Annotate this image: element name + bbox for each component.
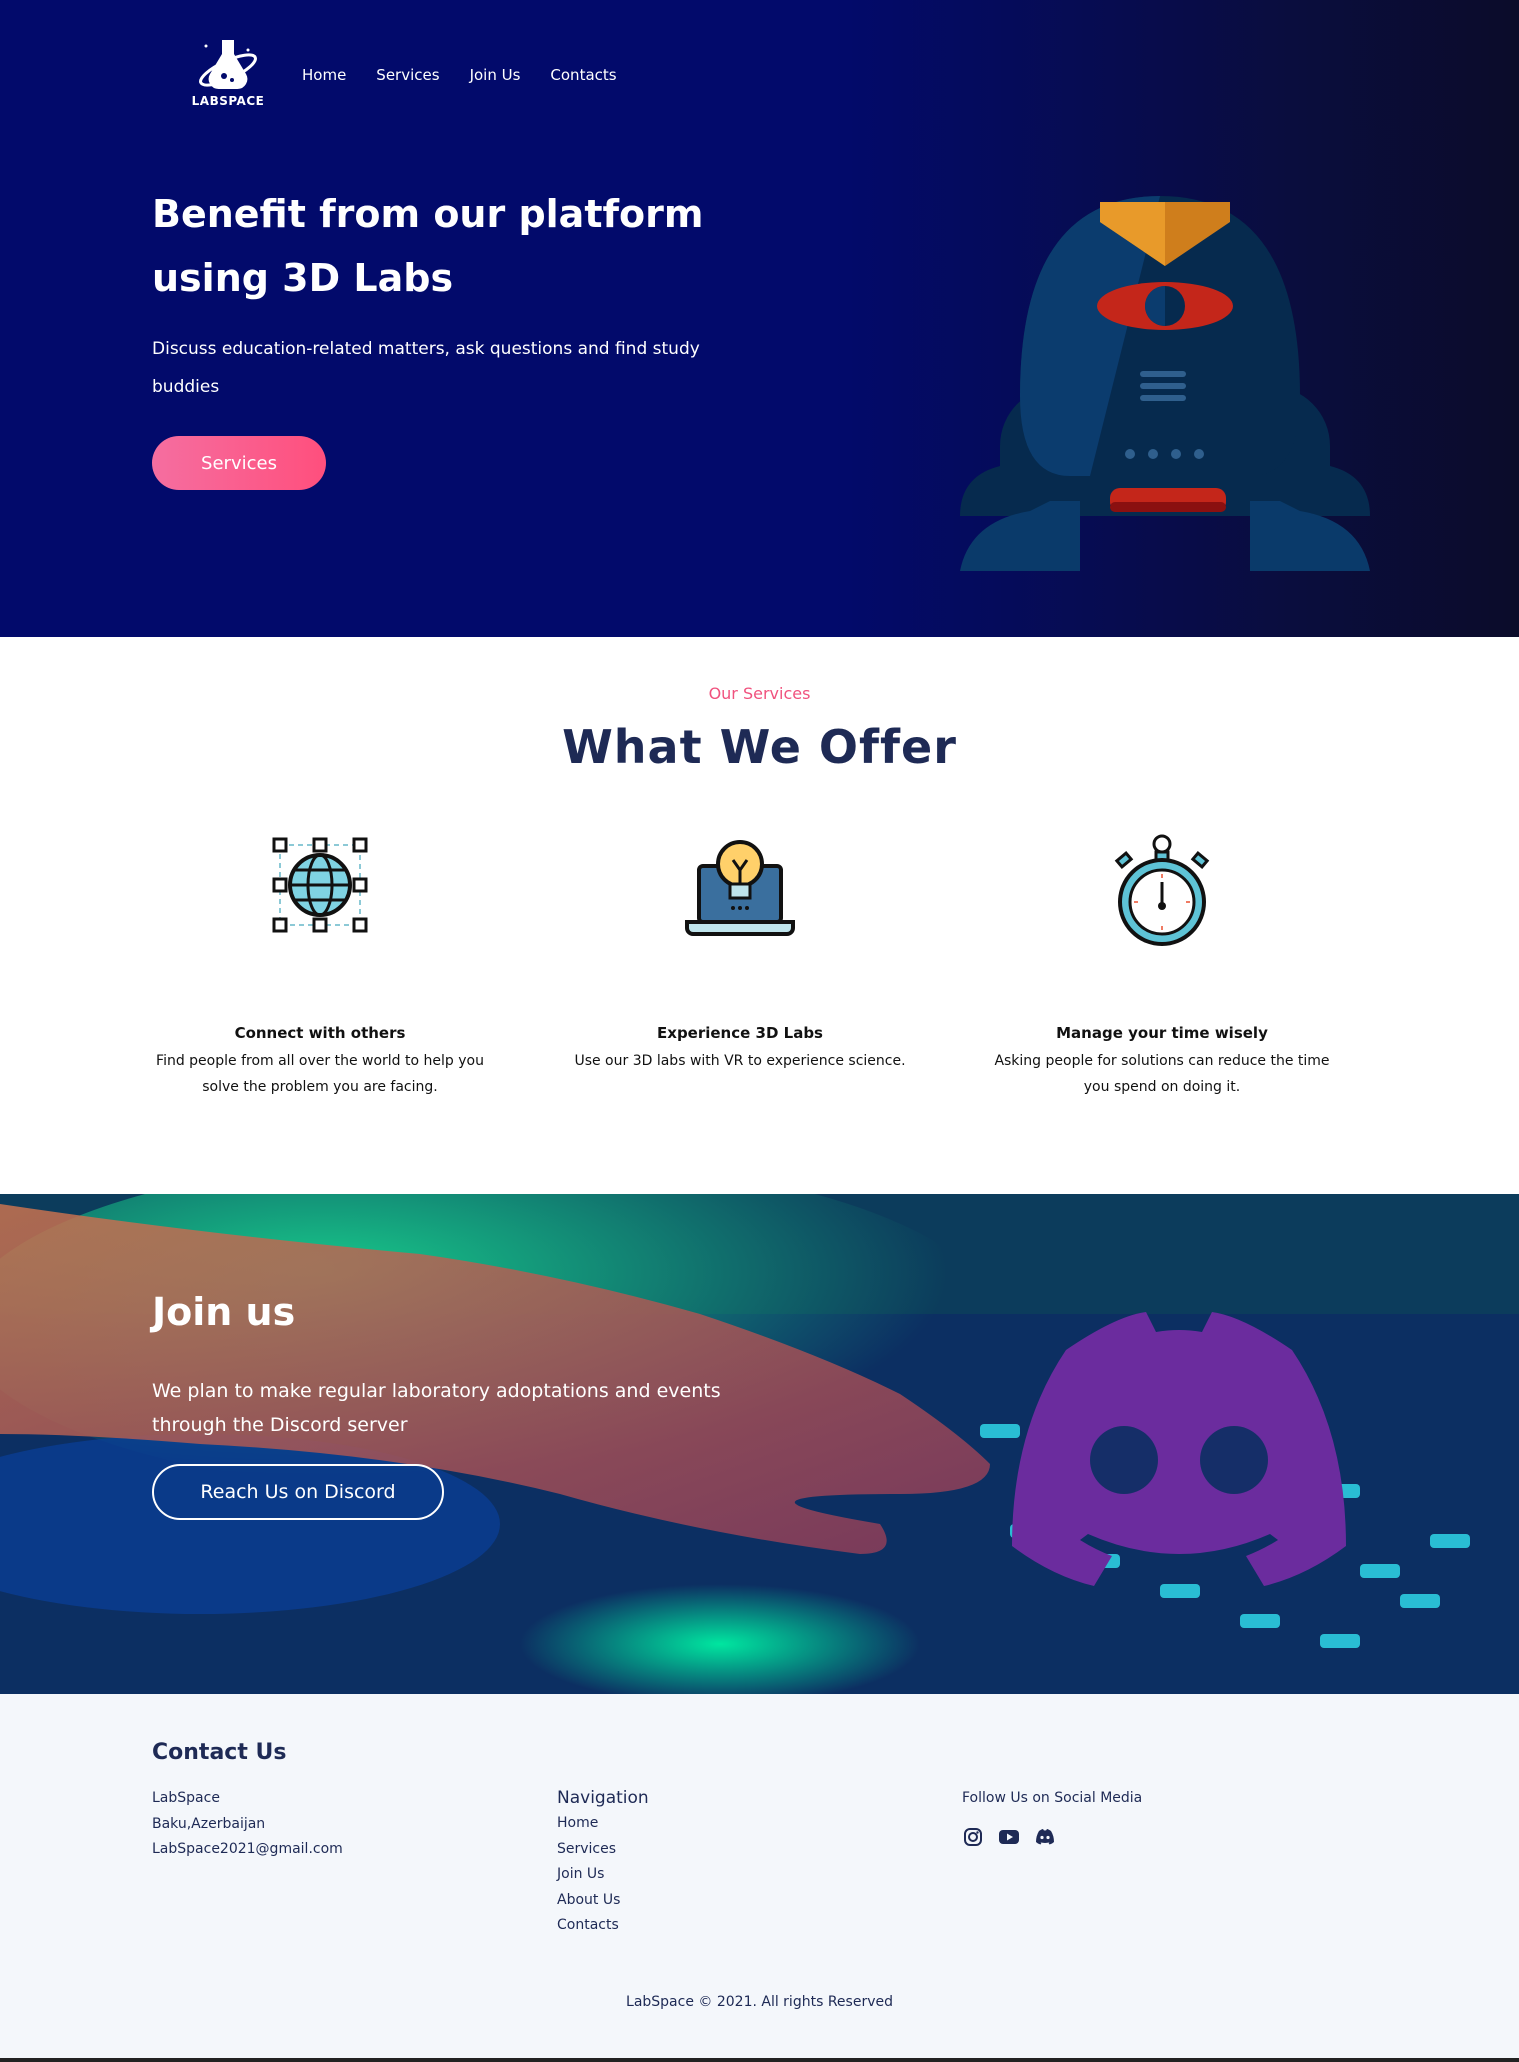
footer-link-contacts[interactable]: Contacts [557,1913,649,1939]
copyright: LabSpace © 2021. All rights Reserved [626,1994,893,2010]
nav-contacts[interactable]: Contacts [550,66,616,84]
services-eyebrow: Our Services [708,684,811,703]
nav-services[interactable]: Services [376,66,439,84]
discord-icon[interactable] [1034,1826,1056,1848]
join-title: Join us [152,1290,296,1334]
bottom-divider [0,2058,1519,2062]
services-button[interactable]: Services [152,436,326,490]
service-desc: Use our 3D labs with VR to experience sc… [574,1053,906,1069]
discord-icon [1012,1312,1346,1586]
join-section: Join us We plan to make regular laborato… [0,1194,1519,1694]
footer-link-about-us[interactable]: About Us [557,1888,649,1914]
footer-link-join-us[interactable]: Join Us [557,1862,649,1888]
service-desc: Find people from all over the world to h… [156,1053,484,1095]
service-title: Experience 3D Labs [657,1024,823,1042]
social-links [962,1826,1056,1848]
contact-email[interactable]: LabSpace2021@gmail.com [152,1837,343,1863]
footer-link-services[interactable]: Services [557,1837,649,1863]
youtube-icon[interactable] [998,1826,1020,1848]
service-card-connect: Connect with others Find people from all… [150,830,490,1100]
laptop-lightbulb-icon [685,840,795,936]
service-card-3d-labs: Experience 3D Labs Use our 3D labs with … [570,830,910,1074]
service-title: Connect with others [234,1024,406,1042]
hero-title: Benefit from our platform using 3D Labs [152,192,704,300]
instagram-icon[interactable] [962,1826,984,1848]
main-nav: Home Services Join Us Contacts [302,66,617,84]
nav-home[interactable]: Home [302,66,346,84]
hero-section: LABSPACE Home Services Join Us Contacts … [0,0,1519,637]
service-title: Manage your time wisely [1056,1024,1268,1042]
globe-network-icon [272,837,368,933]
robot-vr-illustration [960,196,1370,571]
contact-info: LabSpace Baku,Azerbaijan LabSpace2021@gm… [152,1786,343,1863]
contact-company: LabSpace [152,1790,220,1806]
navigation-title: Navigation [557,1788,649,1808]
discord-button[interactable]: Reach Us on Discord [152,1464,444,1520]
footer-link-home[interactable]: Home [557,1811,649,1837]
service-desc: Asking people for solutions can reduce t… [994,1053,1330,1095]
service-card-time: Manage your time wisely Asking people fo… [992,830,1332,1100]
contact-location: Baku,Azerbaijan [152,1815,266,1832]
services-title: What We Offer [562,720,957,774]
social-title: Follow Us on Social Media [962,1790,1143,1806]
join-text: We plan to make regular laboratory adopt… [152,1380,721,1436]
brand-name: LABSPACE [191,94,265,108]
hero-subtitle: Discuss education-related matters, ask q… [152,339,700,397]
footer-navigation: Navigation Home Services Join Us About U… [557,1786,649,1939]
contact-title: Contact Us [152,1740,287,1765]
stopwatch-icon [1114,834,1210,946]
footer: Contact Us LabSpace Baku,Azerbaijan LabS… [0,1694,1519,2062]
nav-join-us[interactable]: Join Us [470,66,521,84]
